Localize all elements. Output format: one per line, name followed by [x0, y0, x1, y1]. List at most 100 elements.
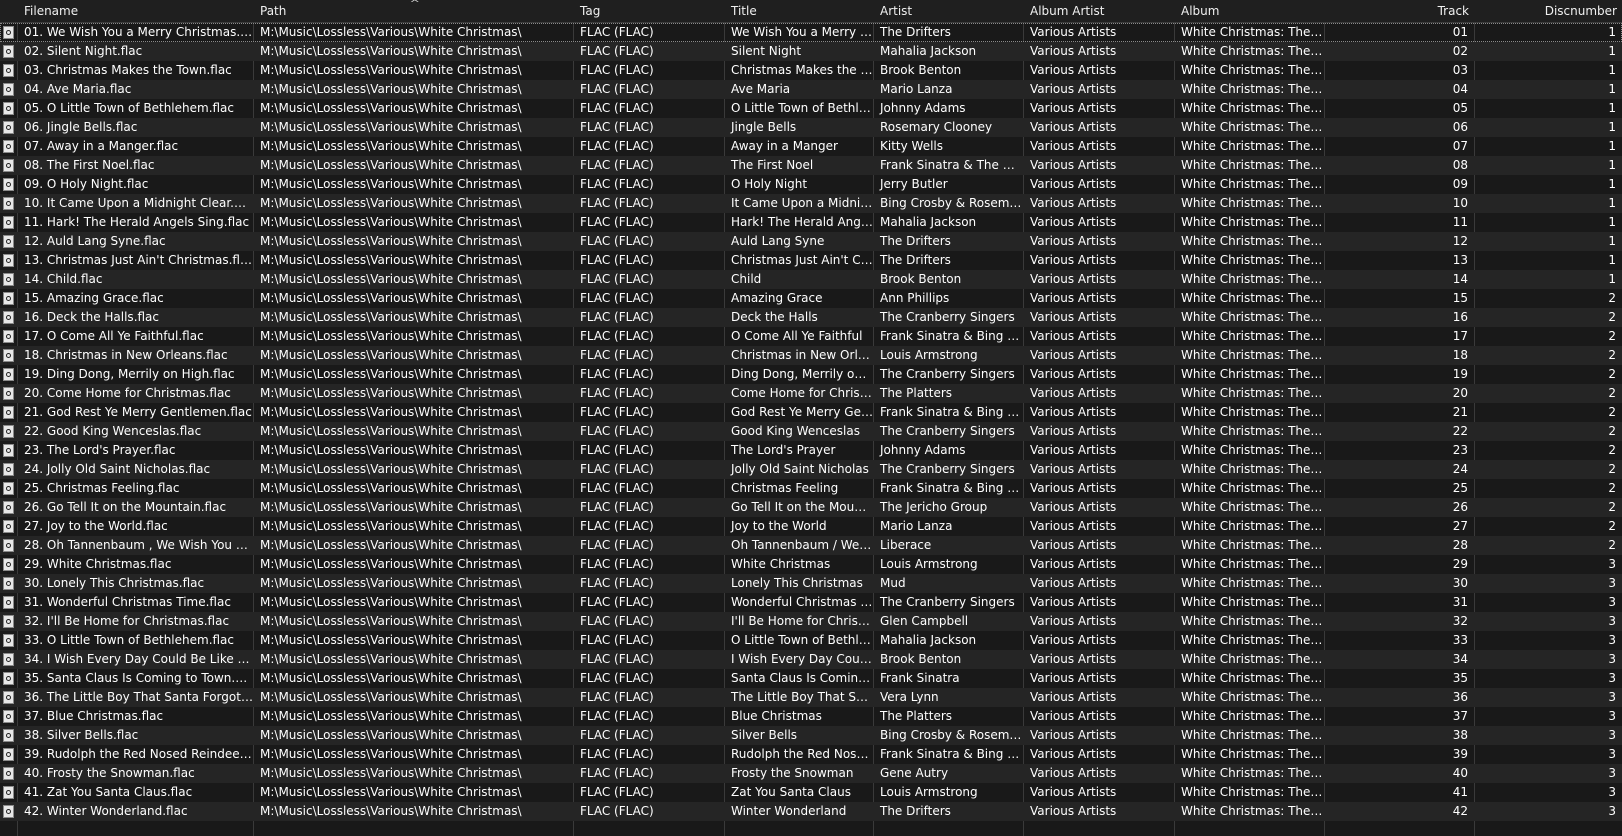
table-row[interactable]: 12. Auld Lang Syne.flac M:\Music\Lossless…	[0, 232, 1622, 251]
cell-tag: FLAC (FLAC)	[580, 671, 654, 685]
column-header-title[interactable]: Title	[725, 0, 873, 22]
table-row[interactable]: 02. Silent Night.flac M:\Music\Lossless\V…	[0, 42, 1622, 61]
cell-title: Christmas Makes the To...	[731, 63, 873, 77]
table-row[interactable]: 29. White Christmas.flac M:\Music\Lossles…	[0, 555, 1622, 574]
cell-filename: 28. Oh Tannenbaum , We Wish You a Me...	[24, 538, 253, 552]
cell-path: M:\Music\Lossless\Various\White Christma…	[260, 120, 522, 134]
table-row[interactable]: 32. I'll Be Home for Christmas.flac M:\Mu…	[0, 612, 1622, 631]
table-row[interactable]: 18. Christmas in New Orleans.flac M:\Musi…	[0, 346, 1622, 365]
column-header-discnumber[interactable]: Discnumber	[1475, 0, 1622, 22]
cell-artist: Liberace	[880, 538, 932, 552]
cell-filename: 25. Christmas Feeling.flac	[24, 481, 180, 495]
table-row[interactable]: 24. Jolly Old Saint Nicholas.flac M:\Musi…	[0, 460, 1622, 479]
cell-discnumber: 3	[1608, 766, 1616, 780]
column-header-track[interactable]: Track	[1325, 0, 1474, 22]
table-row[interactable]: 14. Child.flac M:\Music\Lossless\Various\…	[0, 270, 1622, 289]
cell-track: 08	[1452, 158, 1468, 172]
cell-path: M:\Music\Lossless\Various\White Christma…	[260, 424, 522, 438]
table-row[interactable]: 10. It Came Upon a Midnight Clear.flac M:…	[0, 194, 1622, 213]
cell-album-artist: Various Artists	[1030, 63, 1117, 77]
cell-album: White Christmas: The M...	[1181, 747, 1324, 761]
table-row[interactable]: 08. The First Noel.flac M:\Music\Lossless…	[0, 156, 1622, 175]
cell-title: God Rest Ye Merry Gentl...	[731, 405, 873, 419]
column-header-tag[interactable]: Tag	[574, 0, 724, 22]
column-header-bar: Filename Path ^ Tag Title Artist Album A…	[0, 0, 1622, 23]
cell-album: White Christmas: The M...	[1181, 215, 1324, 229]
table-row[interactable]: 21. God Rest Ye Merry Gentlemen.flac M:\M…	[0, 403, 1622, 422]
cell-discnumber: 1	[1608, 139, 1616, 153]
cell-album: White Christmas: The M...	[1181, 272, 1324, 286]
cell-tag: FLAC (FLAC)	[580, 690, 654, 704]
cell-album-artist: Various Artists	[1030, 310, 1117, 324]
cell-filename: 24. Jolly Old Saint Nicholas.flac	[24, 462, 211, 476]
table-row[interactable]: 36. The Little Boy That Santa Forgot.fla…	[0, 688, 1622, 707]
cell-title: Blue Christmas	[731, 709, 822, 723]
cell-path: M:\Music\Lossless\Various\White Christma…	[260, 291, 522, 305]
audio-file-icon	[3, 178, 14, 191]
audio-file-icon	[3, 482, 14, 495]
table-row[interactable]: 42. Winter Wonderland.flac M:\Music\Lossl…	[0, 802, 1622, 821]
cell-discnumber: 2	[1608, 462, 1616, 476]
table-row[interactable]: 03. Christmas Makes the Town.flac M:\Musi…	[0, 61, 1622, 80]
column-header-album-artist[interactable]: Album Artist	[1024, 0, 1174, 22]
cell-track: 23	[1452, 443, 1468, 457]
table-row[interactable]: 07. Away in a Manger.flac M:\Music\Lossle…	[0, 137, 1622, 156]
cell-album: White Christmas: The M...	[1181, 177, 1324, 191]
column-header-artist[interactable]: Artist	[874, 0, 1023, 22]
table-row[interactable]: 30. Lonely This Christmas.flac M:\Music\L…	[0, 574, 1622, 593]
cell-artist: The Cranberry Singers	[880, 462, 1015, 476]
cell-tag: FLAC (FLAC)	[580, 310, 654, 324]
table-row[interactable]: 13. Christmas Just Ain't Christmas.flac M…	[0, 251, 1622, 270]
cell-tag: FLAC (FLAC)	[580, 120, 654, 134]
table-row[interactable]: 41. Zat You Santa Claus.flac M:\Music\Los…	[0, 783, 1622, 802]
cell-filename: 16. Deck the Halls.flac	[24, 310, 160, 324]
table-row[interactable]: 06. Jingle Bells.flac M:\Music\Lossless\V…	[0, 118, 1622, 137]
table-row[interactable]: 40. Frosty the Snowman.flac M:\Music\Loss…	[0, 764, 1622, 783]
cell-track: 25	[1452, 481, 1468, 495]
table-row[interactable]: 11. Hark! The Herald Angels Sing.flac M:\…	[0, 213, 1622, 232]
cell-path: M:\Music\Lossless\Various\White Christma…	[260, 329, 522, 343]
table-row[interactable]: 26. Go Tell It on the Mountain.flac M:\Mu…	[0, 498, 1622, 517]
table-row[interactable]: 27. Joy to the World.flac M:\Music\Lossle…	[0, 517, 1622, 536]
cell-tag: FLAC (FLAC)	[580, 234, 654, 248]
audio-file-icon	[3, 463, 14, 476]
column-header-album[interactable]: Album	[1175, 0, 1324, 22]
table-row[interactable]: 37. Blue Christmas.flac M:\Music\Lossless…	[0, 707, 1622, 726]
table-row[interactable]: 16. Deck the Halls.flac M:\Music\Lossless…	[0, 308, 1622, 327]
audio-file-icon	[3, 425, 14, 438]
audio-file-icon	[3, 786, 14, 799]
table-row[interactable]: 22. Good King Wenceslas.flac M:\Music\Los…	[0, 422, 1622, 441]
table-row[interactable]: 34. I Wish Every Day Could Be Like Chris…	[0, 650, 1622, 669]
table-row[interactable]: 05. O Little Town of Bethlehem.flac M:\Mu…	[0, 99, 1622, 118]
cell-path: M:\Music\Lossless\Various\White Christma…	[260, 595, 522, 609]
cell-artist: The Platters	[880, 709, 953, 723]
table-row[interactable]: 39. Rudolph the Red Nosed Reindeer.flac M…	[0, 745, 1622, 764]
table-row[interactable]: 28. Oh Tannenbaum , We Wish You a Me... M…	[0, 536, 1622, 555]
table-row[interactable]: 31. Wonderful Christmas Time.flac M:\Musi…	[0, 593, 1622, 612]
table-row[interactable]: 23. The Lord's Prayer.flac M:\Music\Lossl…	[0, 441, 1622, 460]
cell-album-artist: Various Artists	[1030, 690, 1117, 704]
cell-title: Ding Dong, Merrily on ...	[731, 367, 873, 381]
cell-album-artist: Various Artists	[1030, 462, 1117, 476]
table-row[interactable]: 09. O Holy Night.flac M:\Music\Lossless\V…	[0, 175, 1622, 194]
table-row[interactable]: 20. Come Home for Christmas.flac M:\Music…	[0, 384, 1622, 403]
table-row[interactable]: 38. Silver Bells.flac M:\Music\Lossless\V…	[0, 726, 1622, 745]
table-row[interactable]: 04. Ave Maria.flac M:\Music\Lossless\Vari…	[0, 80, 1622, 99]
table-row[interactable]: 01. We Wish You a Merry Christmas.flac M:…	[0, 23, 1622, 42]
cell-track: 38	[1452, 728, 1468, 742]
cell-path: M:\Music\Lossless\Various\White Christma…	[260, 443, 522, 457]
cell-album: White Christmas: The M...	[1181, 310, 1324, 324]
table-row[interactable]: 15. Amazing Grace.flac M:\Music\Lossless\…	[0, 289, 1622, 308]
column-header-filename[interactable]: Filename	[18, 0, 253, 22]
table-row[interactable]: 17. O Come All Ye Faithful.flac M:\Music\…	[0, 327, 1622, 346]
cell-track: 40	[1452, 766, 1468, 780]
cell-filename: 42. Winter Wonderland.flac	[24, 804, 188, 818]
cell-discnumber: 1	[1608, 253, 1616, 267]
cell-album-artist: Various Artists	[1030, 633, 1117, 647]
table-row[interactable]: 35. Santa Claus Is Coming to Town.flac M:…	[0, 669, 1622, 688]
table-row[interactable]: 19. Ding Dong, Merrily on High.flac M:\Mu…	[0, 365, 1622, 384]
table-row[interactable]: 33. O Little Town of Bethlehem.flac M:\Mu…	[0, 631, 1622, 650]
table-row[interactable]: 25. Christmas Feeling.flac M:\Music\Lossl…	[0, 479, 1622, 498]
cell-path: M:\Music\Lossless\Various\White Christma…	[260, 538, 522, 552]
cell-discnumber: 1	[1608, 44, 1616, 58]
